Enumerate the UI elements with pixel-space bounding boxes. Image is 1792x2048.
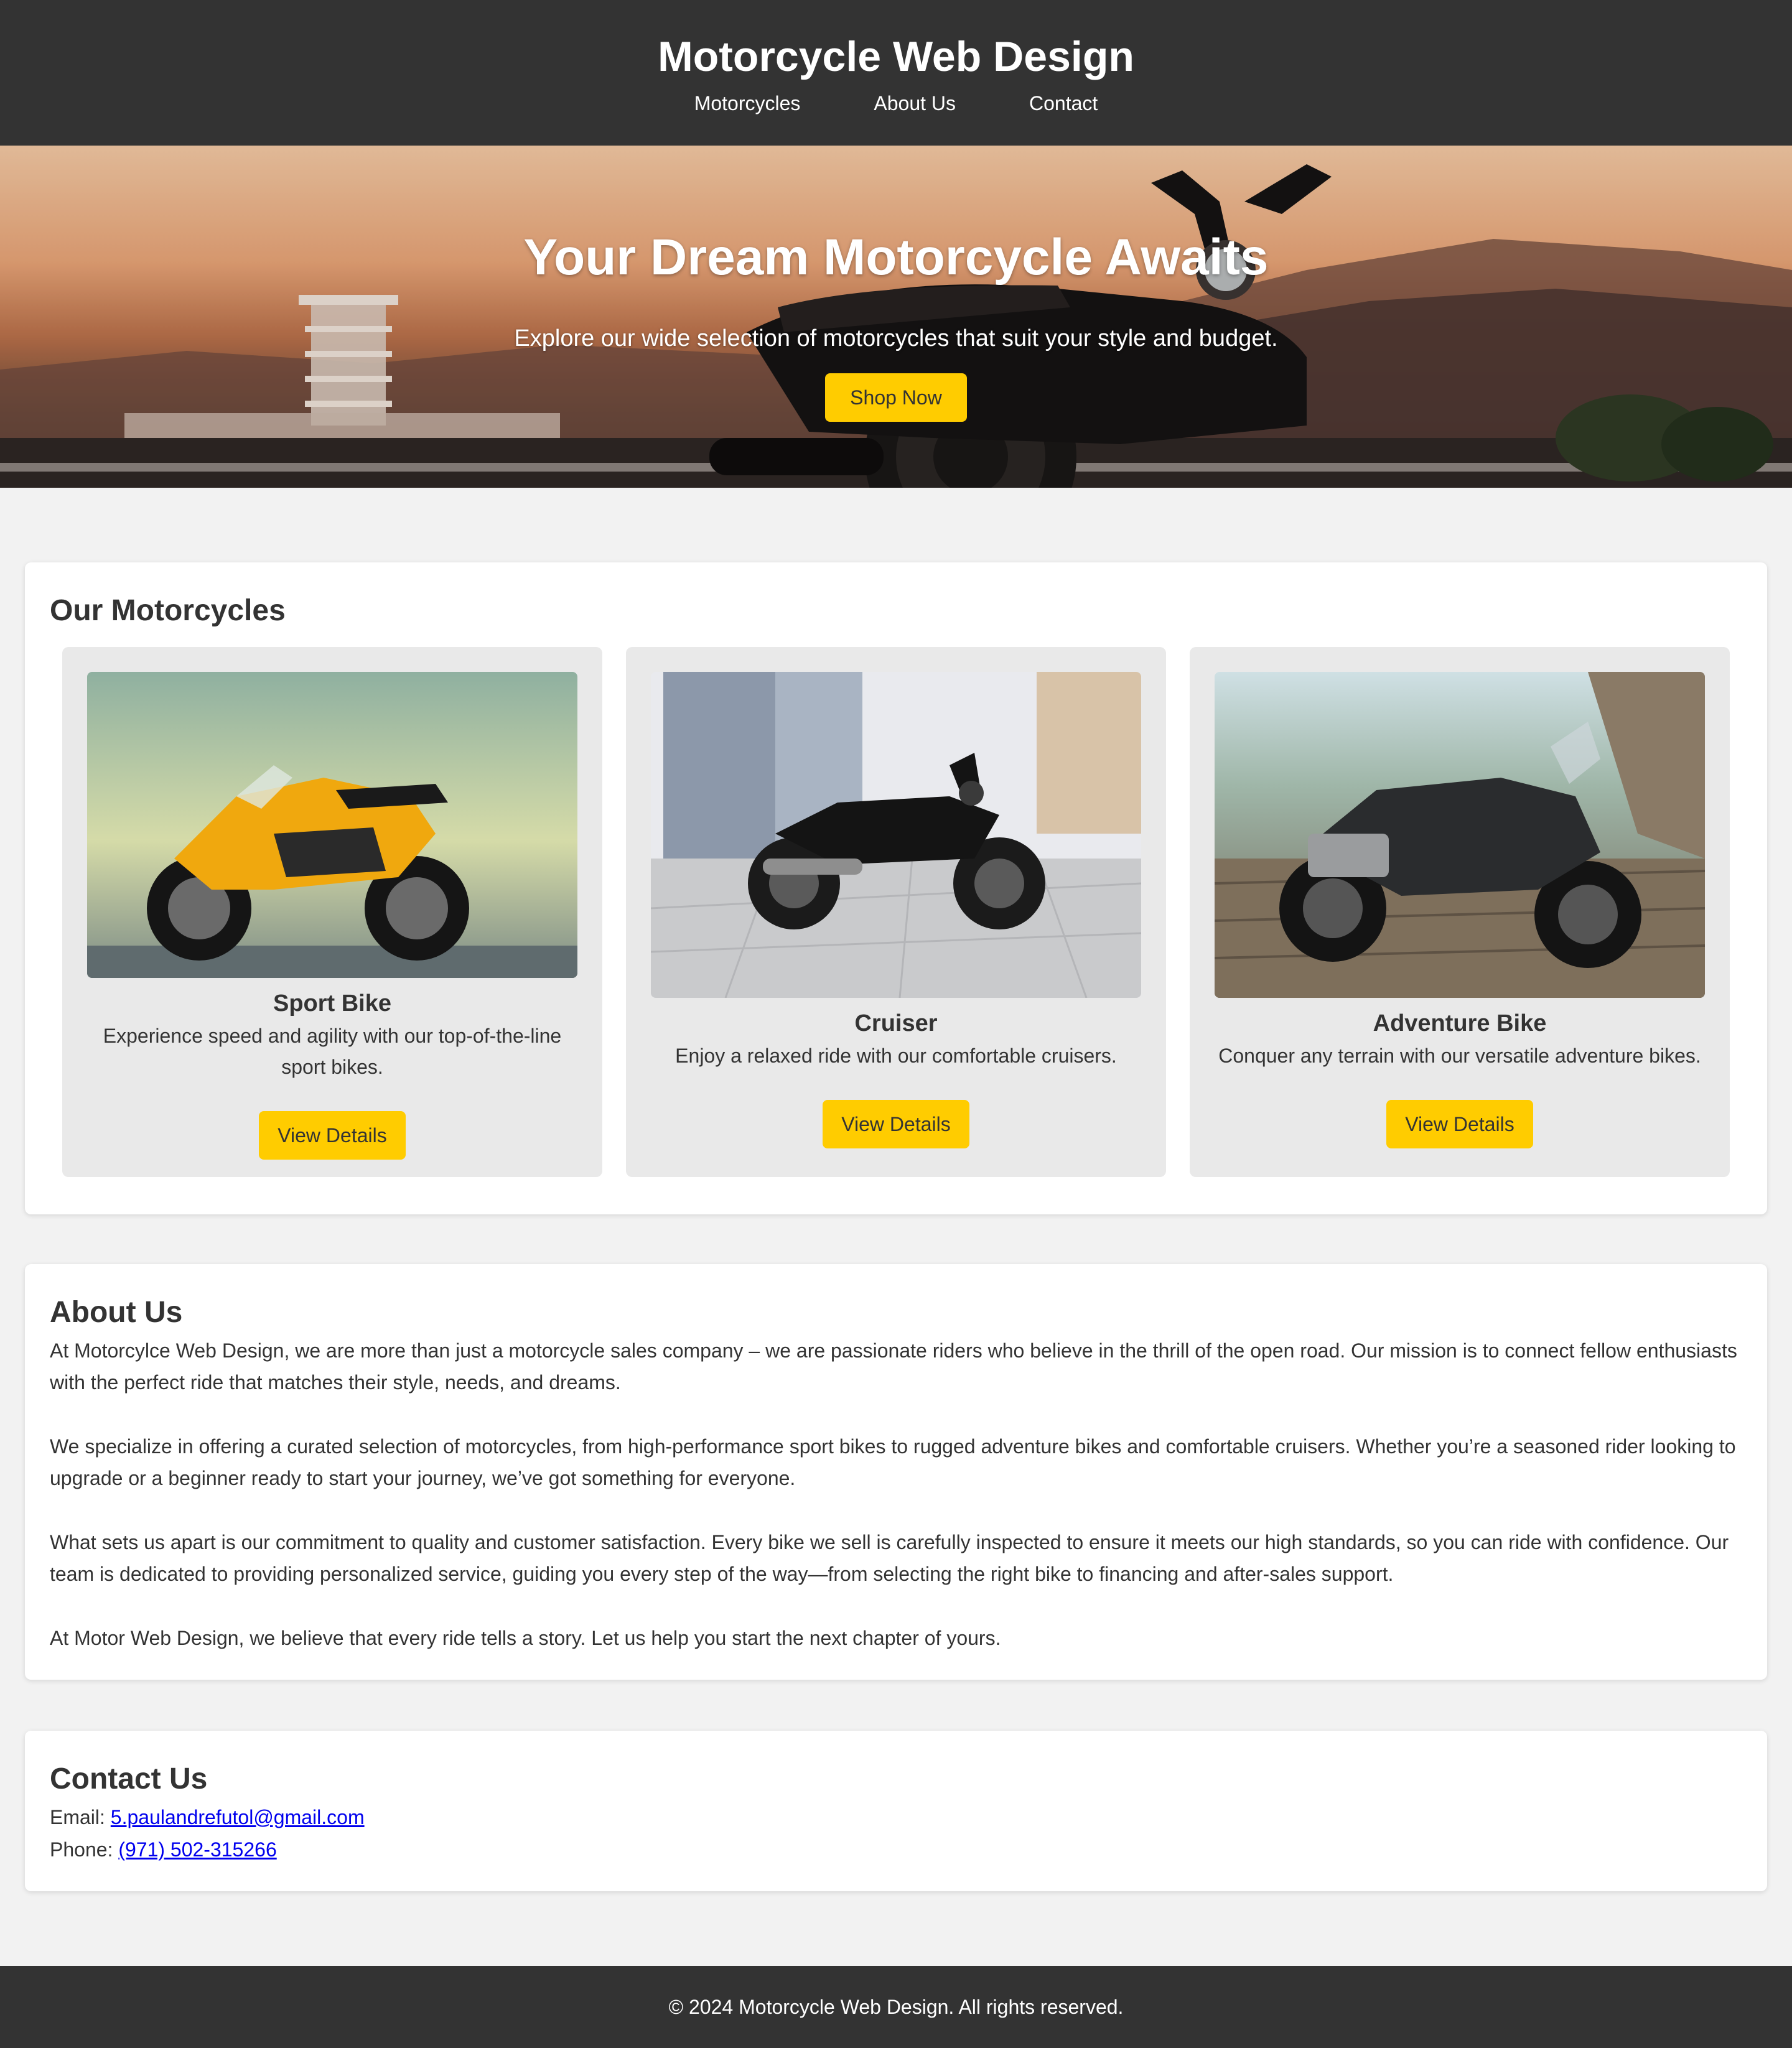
phone-label: Phone: [50,1838,113,1861]
section-title-motorcycles: Our Motorcycles [50,594,286,627]
site-title: Motorcycle Web Design [658,33,1134,80]
hero-heading: Your Dream Motorcycle Awaits [523,229,1269,286]
sport-bike-image [87,672,577,978]
bike-card-sport: Sport Bike Experience speed and agility … [62,647,602,1177]
nav-link-contact[interactable]: Contact [1029,88,1098,118]
nav-link-motorcycles[interactable]: Motorcycles [694,88,801,118]
shop-now-button[interactable]: Shop Now [825,373,967,422]
about-section: About Us At Motorcylce Web Design, we ar… [25,1264,1767,1680]
contact-phone-line: Phone: (971) 502-315266 [50,1834,277,1866]
adventure-bike-image [1215,672,1705,998]
view-details-button-sport[interactable]: View Details [259,1111,406,1160]
contact-email-line: Email: 5.paulandrefutol@gmail.com [50,1802,365,1833]
nav-link-about-us[interactable]: About Us [874,88,956,118]
hero-banner: Your Dream Motorcycle Awaits Explore our… [0,146,1792,488]
bike-card-cruiser: Cruiser Enjoy a relaxed ride with our co… [626,647,1166,1177]
view-details-button-adventure[interactable]: View Details [1386,1100,1533,1148]
cruiser-image [651,672,1141,998]
contact-section: Contact Us Email: 5.paulandrefutol@gmail… [25,1731,1767,1891]
view-details-button-cruiser[interactable]: View Details [823,1100,969,1148]
email-link[interactable]: 5.paulandrefutol@gmail.com [111,1806,365,1828]
section-title-contact: Contact Us [50,1762,208,1795]
site-header: Motorcycle Web Design Motorcycles About … [0,0,1792,146]
main-nav: Motorcycles About Us Contact [0,88,1792,118]
bike-name-adventure: Adventure Bike [1373,1010,1547,1036]
phone-link[interactable]: (971) 502-315266 [118,1838,276,1861]
about-paragraph: At Motor Web Design, we believe that eve… [50,1627,1001,1649]
hero-overlay [0,146,1792,488]
bike-name-sport: Sport Bike [273,990,392,1017]
bike-name-cruiser: Cruiser [854,1010,938,1036]
bike-card-adventure: Adventure Bike Conquer any terrain with … [1190,647,1730,1177]
section-title-about: About Us [50,1296,183,1329]
bike-description-cruiser: Enjoy a relaxed ride with our comfortabl… [675,1045,1117,1067]
about-paragraph: At Motorcylce Web Design, we are more th… [50,1339,1737,1394]
bike-description-sport: Experience speed and agility with our to… [103,1025,562,1078]
hero-subheading: Explore our wide selection of motorcycle… [514,325,1278,351]
site-footer: © 2024 Motorcycle Web Design. All rights… [0,1966,1792,2048]
footer-copyright: © 2024 Motorcycle Web Design. All rights… [668,1996,1124,2018]
motorcycles-section: Our Motorcycles Sport Bike Experience sp… [25,562,1767,1214]
bike-description-adventure: Conquer any terrain with our versatile a… [1218,1045,1701,1067]
email-label: Email: [50,1806,105,1828]
about-paragraph: What sets us apart is our commitment to … [50,1531,1729,1585]
about-paragraph: We specialize in offering a curated sele… [50,1435,1736,1489]
